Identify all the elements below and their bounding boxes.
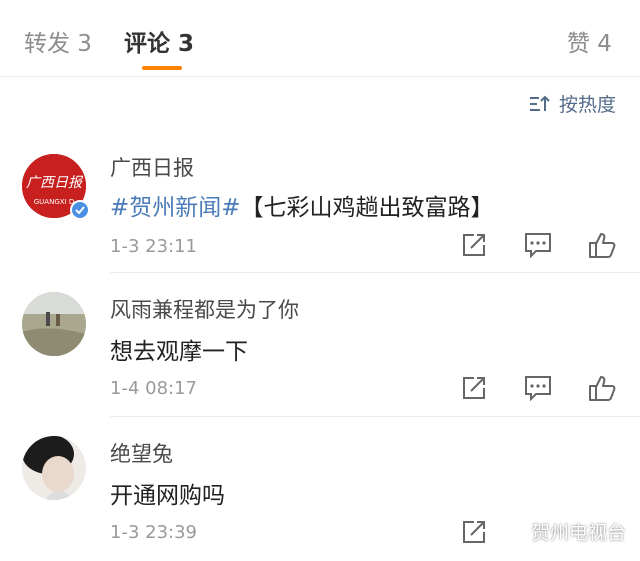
comment-username[interactable]: 广西日报 bbox=[110, 152, 194, 182]
comment-time: 1-4 08:17 bbox=[110, 378, 197, 399]
svg-text:广西日报: 广西日报 bbox=[26, 175, 84, 191]
sort-button[interactable]: 按热度 bbox=[529, 90, 616, 117]
comment-username[interactable]: 绝望兔 bbox=[110, 438, 173, 468]
share-button[interactable] bbox=[458, 231, 489, 259]
divider bbox=[110, 272, 640, 273]
avatar[interactable] bbox=[22, 436, 86, 500]
like-button[interactable] bbox=[586, 374, 617, 402]
tab-reposts[interactable]: 转发 3 bbox=[24, 24, 92, 58]
comment-text: 开通网购吗 bbox=[110, 483, 225, 509]
thumbs-up-icon bbox=[588, 376, 615, 401]
wechat-icon bbox=[499, 520, 527, 542]
share-button[interactable] bbox=[458, 518, 489, 546]
comment-text: 想去观摩一下 bbox=[110, 339, 248, 365]
thumbs-up-icon bbox=[588, 233, 615, 258]
watermark: 贺州电视台 bbox=[499, 518, 626, 545]
svg-text:GUANGXI D: GUANGXI D bbox=[34, 198, 74, 206]
comment-time: 1-3 23:11 bbox=[110, 236, 197, 257]
hashtag-link[interactable]: #贺州新闻# bbox=[110, 195, 241, 221]
comment-username[interactable]: 风雨兼程都是为了你 bbox=[110, 294, 299, 324]
comment-icon bbox=[524, 376, 551, 401]
sort-icon bbox=[529, 95, 550, 111]
divider bbox=[110, 416, 640, 417]
comment-actions bbox=[458, 518, 489, 546]
avatar[interactable] bbox=[22, 292, 86, 356]
share-button[interactable] bbox=[458, 374, 489, 402]
watermark-label: 贺州电视台 bbox=[530, 522, 626, 544]
comment-button[interactable] bbox=[522, 374, 553, 402]
tab-likes[interactable]: 赞 4 bbox=[567, 24, 612, 58]
share-icon bbox=[462, 234, 485, 256]
tab-comments[interactable]: 评论 3 bbox=[124, 24, 194, 58]
comment-actions bbox=[458, 231, 617, 259]
comment-icon bbox=[524, 233, 551, 258]
comment-actions bbox=[458, 374, 617, 402]
like-button[interactable] bbox=[586, 231, 617, 259]
comment-button[interactable] bbox=[522, 231, 553, 259]
sort-label: 按热度 bbox=[558, 94, 616, 116]
share-icon bbox=[462, 521, 485, 543]
comment-body: 【七彩山鸡趟出致富路】 bbox=[240, 195, 494, 221]
tab-bar: 转发 3 评论 3 赞 4 bbox=[0, 0, 640, 77]
comment-text: #贺州新闻#【七彩山鸡趟出致富路】 bbox=[110, 188, 494, 222]
comment-time: 1-3 23:39 bbox=[110, 522, 197, 543]
share-icon bbox=[462, 377, 485, 399]
verified-badge-icon bbox=[70, 200, 90, 220]
active-tab-indicator bbox=[142, 66, 182, 70]
